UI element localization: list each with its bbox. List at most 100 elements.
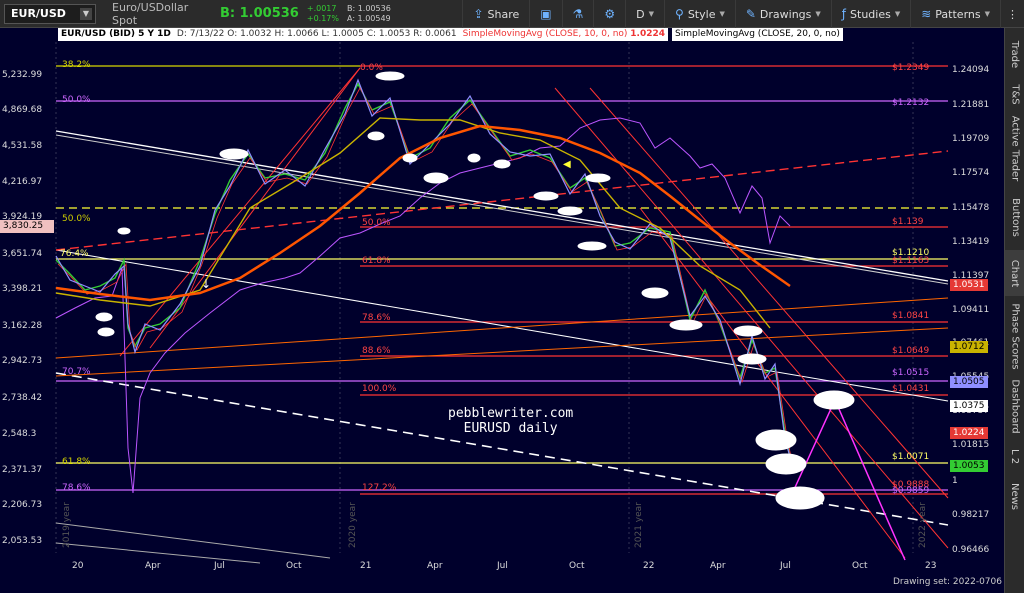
share-button[interactable]: ⇪ Share	[462, 0, 529, 28]
pattern-marker	[733, 325, 763, 337]
right-axis-label: 1.17574	[952, 168, 990, 178]
right-axis-label: 1.24094	[952, 65, 990, 75]
left-axis-label: 2,548.3	[2, 429, 37, 439]
side-tab-trade[interactable]: Trade	[1005, 36, 1024, 72]
drawing-set-label: Drawing set: 2022-0706	[893, 577, 1002, 587]
change-abs: +.0017	[306, 3, 337, 13]
trend-line	[55, 134, 949, 285]
fib-level-label: 50.0%	[62, 214, 91, 224]
drawings-button[interactable]: ✎ Drawings ▼	[734, 0, 831, 28]
down-arrow-icon: ↓	[201, 277, 211, 291]
more-button[interactable]: ⋮	[1000, 0, 1024, 28]
side-tab-t-s[interactable]: T&S	[1005, 76, 1024, 112]
level-price-label: $1.2349	[892, 63, 930, 73]
retracement-label: 61.8%	[362, 256, 391, 266]
pattern-marker	[585, 173, 611, 183]
fib-level-label: 61.8%	[62, 457, 91, 467]
side-tab-phase-scores[interactable]: Phase Scores	[1005, 300, 1024, 372]
x-axis-label: Oct	[569, 561, 585, 571]
pattern-marker	[402, 153, 418, 163]
channel-line	[639, 207, 906, 559]
bid-ask-block: B: 1.00536 A: 1.00549	[347, 4, 391, 24]
level-price-label: $1.2132	[892, 98, 930, 108]
ask-small: A: 1.00549	[346, 13, 391, 23]
fib-level-label: 50.0%	[62, 95, 91, 105]
level-price-label: $1.0841	[892, 311, 930, 321]
side-tab-label: Chart	[1009, 259, 1021, 287]
pattern-marker	[775, 486, 825, 510]
x-axis-label: Jul	[214, 561, 225, 571]
x-axis-label: Jul	[780, 561, 791, 571]
chart-area[interactable]: ↓ ◀ EUR/USD (BID) 5 Y 1D D: 7/13/22 O: 1.…	[0, 28, 1004, 593]
side-tab-label: Phase Scores	[1009, 302, 1021, 370]
style-label: Style	[687, 7, 716, 21]
studies-button[interactable]: ƒ Studies ▼	[830, 0, 910, 28]
side-tab-buttons[interactable]: Buttons	[1005, 188, 1024, 246]
style-button[interactable]: ⚲ Style ▼	[664, 0, 735, 28]
caret-icon: ▼	[894, 10, 901, 18]
style-icon: ⚲	[675, 7, 684, 21]
caret-icon: ▼	[648, 10, 655, 18]
fib-small-label: 76.4%	[60, 249, 89, 259]
side-tab-active-trader[interactable]: Active Trader	[1005, 115, 1024, 181]
pattern-marker	[577, 241, 607, 251]
x-axis-label: 22	[643, 561, 655, 571]
left-axis-label: 3,398.21	[2, 284, 43, 294]
chart-canvas[interactable]: ↓◀	[0, 28, 1004, 593]
caret-icon: ▼	[984, 10, 990, 18]
right-axis-label: 1.09411	[952, 305, 990, 315]
side-tab-label: News	[1009, 482, 1021, 510]
top-toolbar: EUR/USD ▼ Euro/USDollar Spot B: 1.00536 …	[0, 0, 1024, 28]
right-axis-label: 1.21881	[952, 100, 990, 110]
share-icon: ⇪	[473, 7, 484, 21]
year-marker-label: 2022 year	[918, 502, 928, 548]
chevron-down-icon[interactable]: ▼	[80, 7, 92, 20]
save-image-button[interactable]: ▣	[529, 0, 561, 28]
price-tag: 1.0505	[950, 376, 988, 388]
left-arrow-icon: ◀	[563, 159, 571, 170]
level-price-label: $1.0515	[892, 368, 930, 378]
level-price-label: $1.1163	[892, 256, 930, 266]
fib-level-label: 78.6%	[62, 483, 91, 493]
spx-line	[55, 117, 791, 494]
pattern-marker	[219, 148, 249, 160]
trend-line	[55, 327, 949, 377]
legend-sma20: SimpleMovingAvg (CLOSE, 20, 0, no)	[672, 28, 843, 41]
trend-line	[55, 297, 949, 359]
more-icon: ⋮	[1007, 7, 1018, 21]
pattern-marker	[493, 159, 511, 169]
right-axis-label: 1.19709	[952, 134, 990, 144]
trend-line	[55, 522, 331, 559]
side-tab-news[interactable]: News	[1005, 478, 1024, 514]
period-button[interactable]: D ▼	[625, 0, 664, 28]
x-axis-label: Jul	[497, 561, 508, 571]
left-axis-label: 2,942.73	[2, 356, 43, 366]
pattern-marker	[375, 71, 405, 81]
level-price-label: $1.139	[892, 217, 924, 227]
retracement-label: 50.0%	[362, 218, 391, 228]
fan-line	[119, 67, 361, 357]
x-axis-label: Apr	[710, 561, 726, 571]
right-axis-label: 1.13419	[952, 237, 990, 247]
pattern-marker	[669, 319, 703, 331]
price-tag: 1.0224	[950, 427, 988, 439]
side-tab-l-2[interactable]: L 2	[1005, 440, 1024, 472]
caret-icon: ▼	[815, 10, 821, 18]
level-price-label: $1.0431	[892, 384, 930, 394]
retracement-label: 100.0%	[362, 384, 397, 394]
side-tab-dashboard[interactable]: Dashboard	[1005, 376, 1024, 436]
left-axis-label: 2,053.53	[2, 536, 43, 546]
symbol-text: EUR/USD	[11, 7, 66, 20]
symbol-selector[interactable]: EUR/USD ▼	[4, 3, 96, 24]
left-price-box: 3,830.25	[0, 220, 54, 233]
flask-icon: ⚗	[572, 7, 584, 21]
legend-sma10: SimpleMovingAvg (CLOSE, 10, 0, no) 1.022…	[459, 28, 669, 41]
settings-button[interactable]: ⚙	[593, 0, 625, 28]
patterns-button[interactable]: ≋ Patterns ▼	[910, 0, 1000, 28]
year-marker-label: 2020 year	[348, 502, 358, 548]
price-line	[55, 82, 793, 469]
side-tab-chart[interactable]: Chart	[1005, 250, 1024, 296]
channel-line	[554, 87, 949, 549]
legend-ohlc: D: 7/13/22 O: 1.0032 H: 1.0066 L: 1.0005…	[173, 28, 460, 41]
flask-button[interactable]: ⚗	[561, 0, 594, 28]
